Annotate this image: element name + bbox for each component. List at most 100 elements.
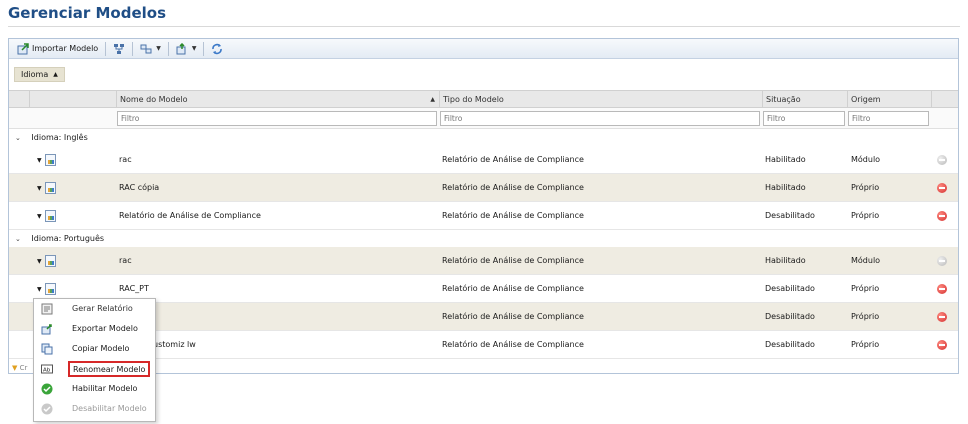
cell-status: Habilitado (765, 155, 806, 164)
page-title: Gerenciar Modelos (8, 4, 167, 22)
row-menu-button[interactable]: ▼ (37, 283, 56, 295)
header-type[interactable]: Tipo do Modelo (439, 91, 762, 108)
delete-icon[interactable] (937, 211, 947, 221)
report-doc-icon (44, 154, 56, 166)
row-menu-button[interactable]: ▼ (37, 182, 56, 194)
chevron-down-icon: ⌄ (15, 134, 21, 142)
toolbar-separator (132, 41, 134, 56)
cell-name: RAC cópia (119, 183, 160, 192)
cell-type: Relatório de Análise de Compliance (442, 211, 584, 220)
layout-icon (140, 43, 152, 55)
chevron-down-icon: ⌄ (15, 235, 21, 243)
toolbar-separator (167, 41, 169, 56)
menu-item-export-model[interactable]: Exportar Modelo (34, 319, 155, 339)
export-menu-button[interactable]: ▼ (172, 41, 201, 57)
chevron-down-icon: ▼ (37, 156, 42, 164)
header-status-label: Situação (766, 95, 801, 104)
hierarchy-icon (113, 43, 125, 55)
cell-origin: Módulo (851, 256, 881, 265)
chevron-down-icon: ▼ (37, 184, 42, 192)
header-name-label: Nome do Modelo (120, 95, 188, 104)
enable-check-icon (41, 383, 53, 395)
cell-origin: Próprio (851, 183, 880, 192)
cell-type: Relatório de Análise de Compliance (442, 183, 584, 192)
import-icon (17, 42, 29, 55)
cell-origin: Módulo (851, 155, 881, 164)
chevron-down-icon: ▼ (156, 45, 161, 52)
refresh-icon (211, 43, 223, 55)
grouping-bar: Idioma ▲ (9, 60, 958, 90)
toolbar: Importar Modelo ▼ ▼ (9, 39, 958, 59)
sort-up-icon: ▲ (430, 96, 435, 103)
menu-item-disable-model: Desabilitar Modelo (34, 399, 155, 419)
group-header-portuguese[interactable]: ⌄ Idioma: Português (9, 231, 958, 247)
row-menu-button[interactable]: ▼ (37, 154, 56, 166)
delete-icon[interactable] (937, 284, 947, 294)
table-row[interactable]: ▼ RAC cópia Relatório de Análise de Comp… (9, 174, 958, 202)
hierarchy-button[interactable] (109, 41, 129, 57)
grid-footer: ▼ Cr (9, 364, 27, 372)
filter-type-input[interactable] (440, 111, 760, 126)
filter-status-input[interactable] (763, 111, 845, 126)
cell-type: Relatório de Análise de Compliance (442, 312, 584, 321)
menu-item-rename-model[interactable]: Ab Renomear Modelo (34, 359, 155, 379)
table-row[interactable]: ▼ rac Relatório de Análise de Compliance… (9, 247, 958, 275)
chevron-down-icon: ▼ (37, 285, 42, 293)
cell-status: Habilitado (765, 183, 806, 192)
import-model-button[interactable]: Importar Modelo (13, 41, 102, 57)
layout-menu-button[interactable]: ▼ (136, 41, 165, 57)
menu-item-label: Gerar Relatório (72, 304, 133, 313)
report-icon (41, 303, 53, 315)
menu-item-copy-model[interactable]: Copiar Modelo (34, 339, 155, 359)
cell-status: Desabilitado (765, 211, 815, 220)
cell-name: rac (119, 256, 132, 265)
cell-type: Relatório de Análise de Compliance (442, 340, 584, 349)
header-type-label: Tipo do Modelo (443, 95, 504, 104)
toolbar-separator (203, 41, 205, 56)
delete-disabled-icon (937, 256, 947, 266)
filter-funnel-icon: ▼ (12, 364, 18, 372)
report-doc-icon (44, 210, 56, 222)
title-divider (8, 26, 960, 27)
delete-icon[interactable] (937, 183, 947, 193)
menu-item-label: Desabilitar Modelo (72, 404, 147, 413)
cell-type: Relatório de Análise de Compliance (442, 284, 584, 293)
menu-item-label: Exportar Modelo (72, 324, 138, 333)
export-model-icon (41, 323, 53, 335)
report-doc-icon (44, 283, 56, 295)
table-row[interactable]: ▼ rac Relatório de Análise de Compliance… (9, 146, 958, 174)
report-doc-icon (44, 182, 56, 194)
header-name[interactable]: Nome do Modelo ▲ (116, 91, 439, 108)
chevron-down-icon: ▼ (37, 212, 42, 220)
cell-status: Desabilitado (765, 340, 815, 349)
table-row[interactable]: ▼ Relatório de Análise de Compliance Rel… (9, 202, 958, 230)
table-header: Nome do Modelo ▲ Tipo do Modelo Situação… (9, 90, 958, 108)
group-header-english[interactable]: ⌄ Idioma: Inglês (9, 130, 958, 146)
row-menu-button[interactable]: ▼ (37, 255, 56, 267)
group-label: Idioma: Inglês (31, 133, 88, 142)
cell-origin: Próprio (851, 284, 880, 293)
export-icon (176, 42, 188, 55)
chevron-down-icon: ▼ (191, 45, 197, 52)
group-label: Idioma: Português (31, 234, 105, 243)
filter-row (9, 108, 958, 129)
group-chip-language[interactable]: Idioma ▲ (14, 67, 65, 82)
header-delete (931, 91, 958, 108)
group-chip-label: Idioma (21, 70, 49, 79)
cell-type: Relatório de Análise de Compliance (442, 256, 584, 265)
rename-icon: Ab (41, 363, 53, 375)
menu-item-enable-model[interactable]: Habilitar Modelo (34, 379, 155, 399)
svg-text:Ab: Ab (43, 368, 51, 374)
cell-status: Habilitado (765, 256, 806, 265)
filter-origin-input[interactable] (848, 111, 929, 126)
header-status[interactable]: Situação (762, 91, 847, 108)
header-origin[interactable]: Origem (847, 91, 931, 108)
row-menu-button[interactable]: ▼ (37, 210, 56, 222)
menu-item-label: Renomear Modelo (68, 361, 151, 377)
refresh-button[interactable] (207, 41, 227, 57)
delete-icon[interactable] (937, 340, 947, 350)
delete-icon[interactable] (937, 312, 947, 322)
header-actions (29, 91, 115, 108)
filter-name-input[interactable] (117, 111, 437, 126)
menu-item-generate-report[interactable]: Gerar Relatório (34, 299, 155, 319)
